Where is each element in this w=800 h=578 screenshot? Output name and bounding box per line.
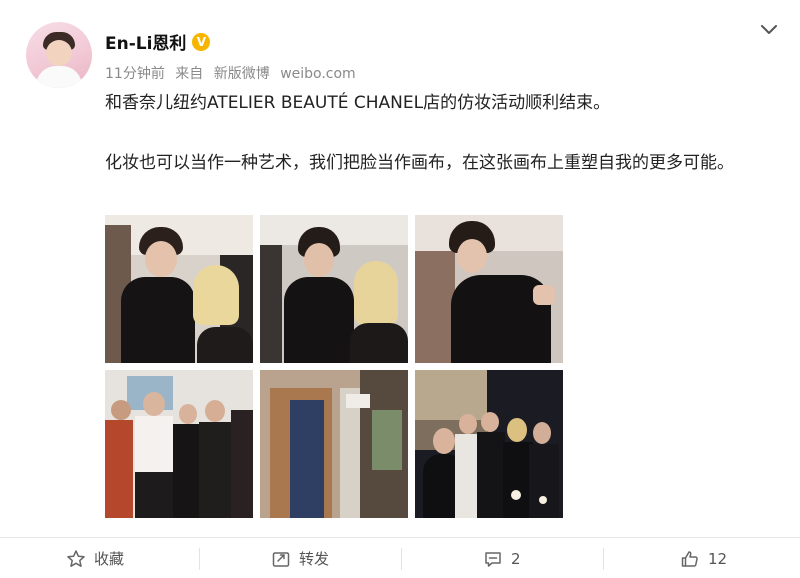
action-divider (401, 548, 402, 570)
photo-6[interactable] (415, 370, 563, 518)
comment-button[interactable]: 2 (483, 538, 521, 578)
favorite-button[interactable]: 收藏 (66, 538, 124, 578)
source-domain[interactable]: weibo.com (280, 66, 356, 82)
avatar[interactable] (26, 22, 92, 88)
action-divider (199, 548, 200, 570)
photo-1[interactable] (105, 215, 253, 363)
photo-3[interactable] (415, 215, 563, 363)
chevron-down-icon[interactable] (758, 18, 780, 40)
photo-5[interactable] (260, 370, 408, 518)
thumbs-up-icon (681, 550, 698, 567)
post-meta: 11分钟前 来自 新版微博 weibo.com (105, 63, 356, 83)
source-prefix: 来自 (175, 66, 204, 82)
action-bar: 收藏 转发 2 12 (0, 537, 800, 578)
photo-4[interactable] (105, 370, 253, 518)
repost-button[interactable]: 转发 (271, 538, 329, 578)
comment-icon (485, 551, 501, 567)
post-text-line1: 和香奈儿纽约ATELIER BEAUTÉ CHANEL店的仿妆活动顺利结束。 (105, 93, 611, 113)
post-author[interactable]: En-Li恩利 V (105, 29, 211, 54)
author-name[interactable]: En-Li恩利 (105, 29, 186, 54)
source-name[interactable]: 新版微博 (214, 66, 270, 82)
favorite-label: 收藏 (94, 550, 125, 568)
repost-label: 转发 (299, 550, 330, 568)
star-icon (67, 549, 85, 567)
avatar-face (46, 40, 72, 66)
like-button[interactable]: 12 (680, 538, 727, 578)
avatar-shirt (36, 66, 82, 88)
photo-grid (105, 215, 563, 520)
post-time[interactable]: 11分钟前 (105, 66, 165, 82)
photo-2[interactable] (260, 215, 408, 363)
comment-count: 2 (511, 549, 521, 568)
verified-badge-icon: V (192, 32, 211, 51)
like-count: 12 (708, 549, 728, 568)
repost-icon (272, 551, 290, 567)
action-divider (603, 548, 604, 570)
post-text-line2: 化妆也可以当作一种艺术，我们把脸当作画布，在这张画布上重塑自我的更多可能。 (105, 153, 734, 173)
